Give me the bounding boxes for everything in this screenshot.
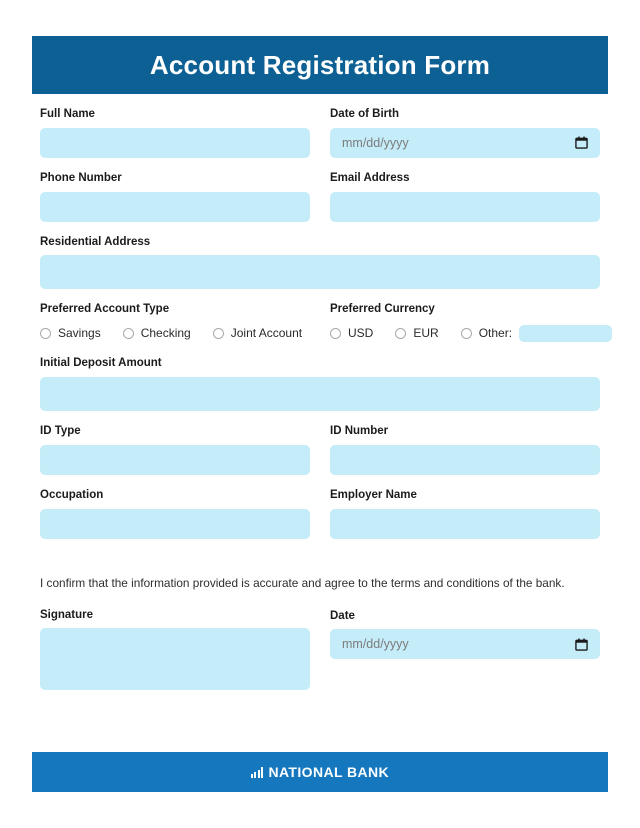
initial-deposit-amount-input[interactable] bbox=[40, 376, 600, 411]
field-group-residential-address: Residential Address bbox=[40, 236, 600, 290]
row-phone-email: Phone Number Email Address bbox=[40, 158, 600, 222]
date-of-birth-input[interactable]: mm/dd/yyyy bbox=[330, 127, 600, 158]
field-group-date: Date mm/dd/yyyy bbox=[330, 609, 600, 660]
label-phone-number: Phone Number bbox=[40, 171, 122, 184]
row-id: ID Type ID Number bbox=[40, 411, 600, 475]
field-group-full-name: Full Name bbox=[40, 94, 310, 158]
currency-other-input[interactable] bbox=[519, 324, 613, 342]
field-group-account-type: Preferred Account Type Savings Checking bbox=[40, 289, 310, 343]
field-group-id-number: ID Number bbox=[330, 411, 600, 475]
form-header: Account Registration Form bbox=[32, 36, 608, 94]
id-number-input[interactable] bbox=[330, 444, 600, 475]
field-group-phone-number: Phone Number bbox=[40, 158, 310, 222]
field-group-date-of-birth: Date of Birth mm/dd/yyyy bbox=[330, 94, 600, 158]
phone-number-input[interactable] bbox=[40, 191, 310, 222]
label-email-address: Email Address bbox=[330, 171, 410, 184]
form-body: Full Name Date of Birth mm/dd/yyyy Phone… bbox=[32, 94, 613, 691]
calendar-icon[interactable] bbox=[575, 638, 588, 651]
label-initial-deposit-amount: Initial Deposit Amount bbox=[40, 357, 162, 370]
signature-input[interactable] bbox=[40, 628, 310, 691]
date-of-birth-placeholder: mm/dd/yyyy bbox=[342, 135, 409, 150]
radio-option-joint-account[interactable]: Joint Account bbox=[212, 326, 303, 341]
label-id-number: ID Number bbox=[330, 424, 389, 437]
label-occupation: Occupation bbox=[40, 488, 104, 501]
calendar-icon[interactable] bbox=[575, 136, 588, 150]
id-type-input[interactable] bbox=[40, 444, 310, 475]
label-preferred-currency: Preferred Currency bbox=[330, 303, 435, 316]
radio-group-currency: USD EUR Other: bbox=[330, 323, 613, 343]
label-residential-address: Residential Address bbox=[40, 235, 151, 248]
form-card: Account Registration Form Full Name Date… bbox=[32, 36, 613, 792]
radio-option-savings[interactable]: Savings bbox=[40, 326, 101, 340]
employer-name-input[interactable] bbox=[330, 508, 600, 539]
radio-option-other[interactable]: Other: bbox=[460, 324, 613, 342]
form-footer: NATIONAL BANK bbox=[32, 752, 608, 792]
label-signature: Signature bbox=[40, 609, 94, 622]
radio-label-usd: USD bbox=[348, 326, 374, 341]
radio-dot-checking[interactable] bbox=[122, 327, 134, 339]
label-employer-name: Employer Name bbox=[330, 488, 417, 501]
field-group-email-address: Email Address bbox=[330, 158, 600, 222]
radio-label-other: Other: bbox=[478, 326, 513, 341]
row-occupation-employer: Occupation Employer Name bbox=[40, 475, 600, 539]
full-name-input[interactable] bbox=[40, 127, 310, 158]
confirmation-text: I confirm that the information provided … bbox=[40, 575, 565, 590]
field-group-initial-deposit: Initial Deposit Amount bbox=[40, 357, 600, 411]
page-title: Account Registration Form bbox=[149, 50, 491, 80]
radio-label-checking: Checking bbox=[140, 326, 191, 341]
field-group-occupation: Occupation bbox=[40, 475, 310, 539]
registration-form-page: Account Registration Form Full Name Date… bbox=[0, 0, 640, 828]
radio-dot-savings[interactable] bbox=[40, 327, 51, 339]
bar-chart-icon bbox=[250, 766, 264, 778]
row-account-type-currency: Preferred Account Type Savings Checking bbox=[40, 289, 613, 343]
row-signature-date: Signature Date mm/dd/yyyy bbox=[40, 609, 600, 691]
radio-option-usd[interactable]: USD bbox=[330, 326, 373, 340]
date-placeholder: mm/dd/yyyy bbox=[342, 637, 409, 652]
radio-label-joint-account: Joint Account bbox=[230, 326, 303, 341]
radio-option-checking[interactable]: Checking bbox=[122, 326, 191, 341]
date-input[interactable]: mm/dd/yyyy bbox=[330, 629, 600, 660]
radio-dot-joint-account[interactable] bbox=[212, 327, 224, 339]
label-date: Date bbox=[330, 610, 355, 623]
radio-dot-usd[interactable] bbox=[330, 327, 341, 339]
radio-label-savings: Savings bbox=[58, 326, 101, 341]
email-address-input[interactable] bbox=[330, 191, 600, 222]
field-group-id-type: ID Type bbox=[40, 411, 310, 475]
radio-label-eur: EUR bbox=[413, 326, 439, 341]
bank-logo: NATIONAL BANK bbox=[250, 764, 390, 780]
radio-dot-eur[interactable] bbox=[395, 327, 407, 339]
field-group-employer-name: Employer Name bbox=[330, 475, 600, 539]
label-preferred-account-type: Preferred Account Type bbox=[40, 303, 170, 316]
residential-address-input[interactable] bbox=[40, 255, 600, 290]
field-group-signature: Signature bbox=[40, 609, 310, 691]
label-date-of-birth: Date of Birth bbox=[330, 108, 399, 120]
label-full-name: Full Name bbox=[40, 108, 95, 120]
occupation-input[interactable] bbox=[40, 508, 310, 539]
radio-group-account-type: Savings Checking Joint Account bbox=[40, 323, 310, 343]
label-id-type: ID Type bbox=[40, 424, 81, 437]
radio-dot-other[interactable] bbox=[460, 327, 472, 339]
bank-logo-text: NATIONAL BANK bbox=[268, 764, 390, 780]
row-name-dob: Full Name Date of Birth mm/dd/yyyy bbox=[40, 94, 600, 158]
radio-option-eur[interactable]: EUR bbox=[395, 326, 439, 341]
field-group-currency: Preferred Currency USD EUR Other: bbox=[330, 289, 613, 343]
